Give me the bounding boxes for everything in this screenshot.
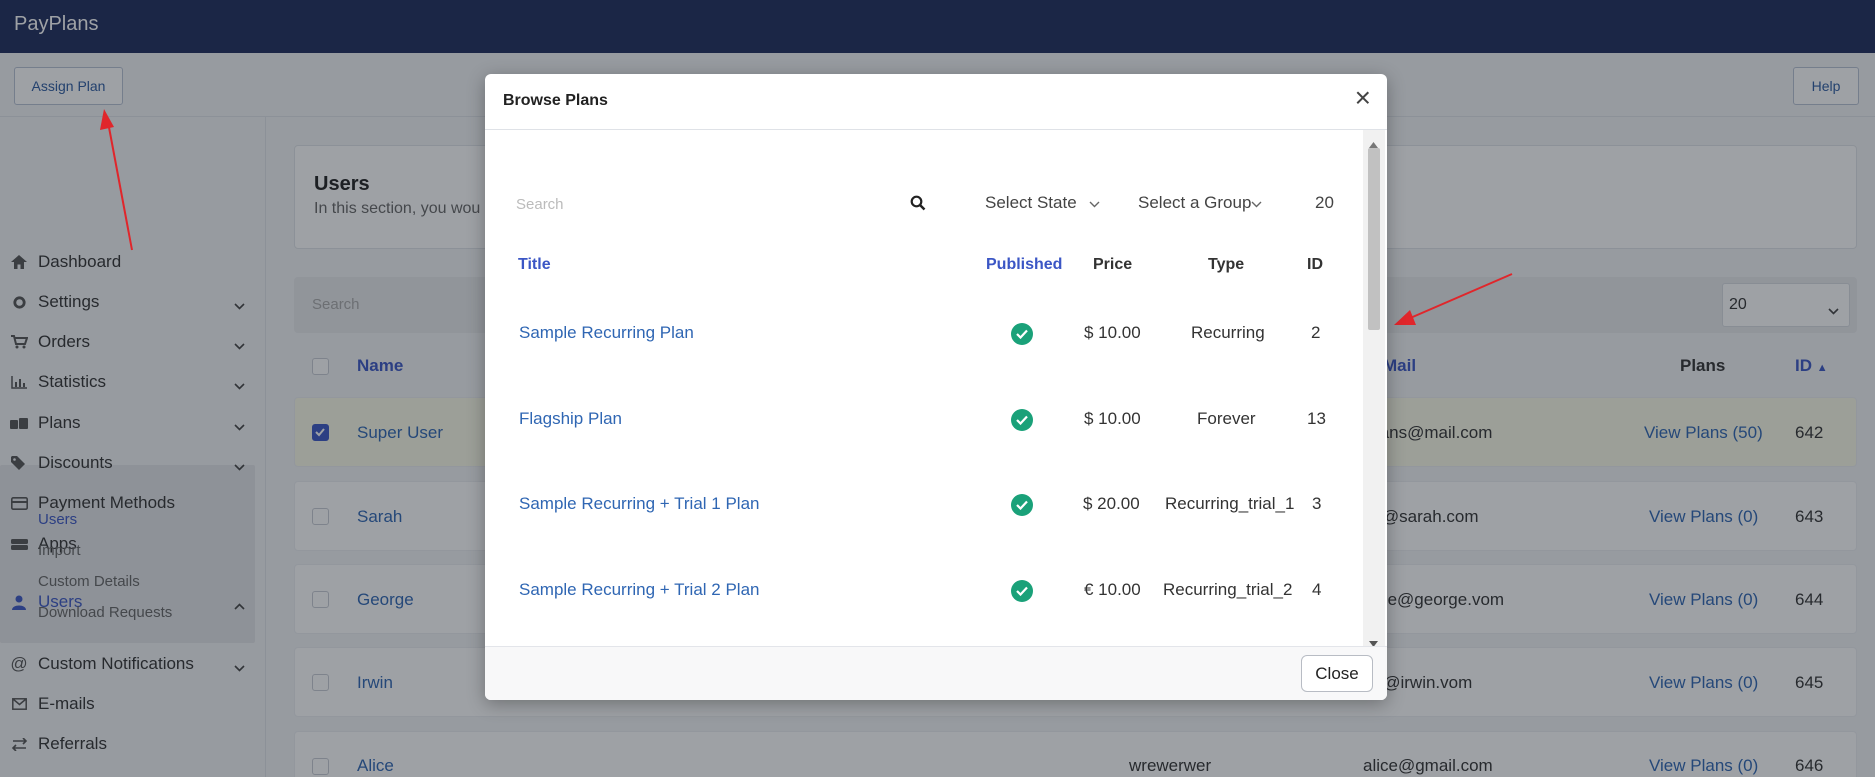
plan-title-link[interactable]: Sample Recurring Plan [519,323,694,343]
modal-body: Search Select State Select a Group 20 Ti… [485,130,1387,642]
plan-price: $ 20.00 [1083,494,1140,513]
chevron-down-icon [1089,193,1100,212]
plan-column-price: Price [1093,256,1133,273]
plan-type: Forever [1197,409,1256,428]
published-check-icon[interactable] [1011,323,1033,345]
plan-type: Recurring_trial_2 [1163,580,1293,599]
limit-select[interactable]: 20 [1315,193,1334,213]
modal-footer: Close [485,646,1387,700]
close-button[interactable]: Close [1301,655,1373,692]
browse-plans-modal: Browse Plans × Search Select State Selec… [485,74,1387,700]
plan-id: 4 [1312,580,1322,599]
plan-column-published[interactable]: Published [986,256,1062,274]
select-state-dropdown[interactable]: Select State [985,193,1100,213]
plan-title-link[interactable]: Flagship Plan [519,409,622,429]
published-check-icon[interactable] [1011,580,1033,602]
plan-id: 13 [1307,409,1326,428]
search-icon[interactable] [910,195,926,216]
published-check-icon[interactable] [1011,494,1033,516]
chevron-down-icon [1251,193,1262,212]
plan-title-link[interactable]: Sample Recurring + Trial 2 Plan [519,580,759,600]
published-check-icon[interactable] [1011,409,1033,431]
plan-column-id: ID [1307,256,1323,273]
plan-search-input[interactable]: Search [516,187,926,223]
modal-close-icon[interactable]: × [1355,84,1371,112]
modal-header: Browse Plans × [485,74,1387,130]
select-group-label: Select a Group [1138,193,1252,212]
plan-id: 3 [1312,494,1322,513]
plan-type: Recurring [1191,323,1265,342]
scrollbar-thumb[interactable] [1368,148,1380,330]
plan-price: $ 10.00 [1084,409,1141,428]
modal-scrollbar[interactable] [1363,130,1385,647]
plan-column-type: Type [1208,256,1245,273]
select-group-dropdown[interactable]: Select a Group [1138,193,1262,213]
select-state-label: Select State [985,193,1077,212]
plan-price: € 10.00 [1084,580,1141,599]
plan-type: Recurring_trial_1 [1165,494,1295,513]
plan-search-placeholder: Search [516,196,564,213]
plan-id: 2 [1311,323,1321,342]
plan-column-title[interactable]: Title [518,256,551,274]
plan-price: $ 10.00 [1084,323,1141,342]
plan-title-link[interactable]: Sample Recurring + Trial 1 Plan [519,494,759,514]
modal-title: Browse Plans [503,92,608,109]
